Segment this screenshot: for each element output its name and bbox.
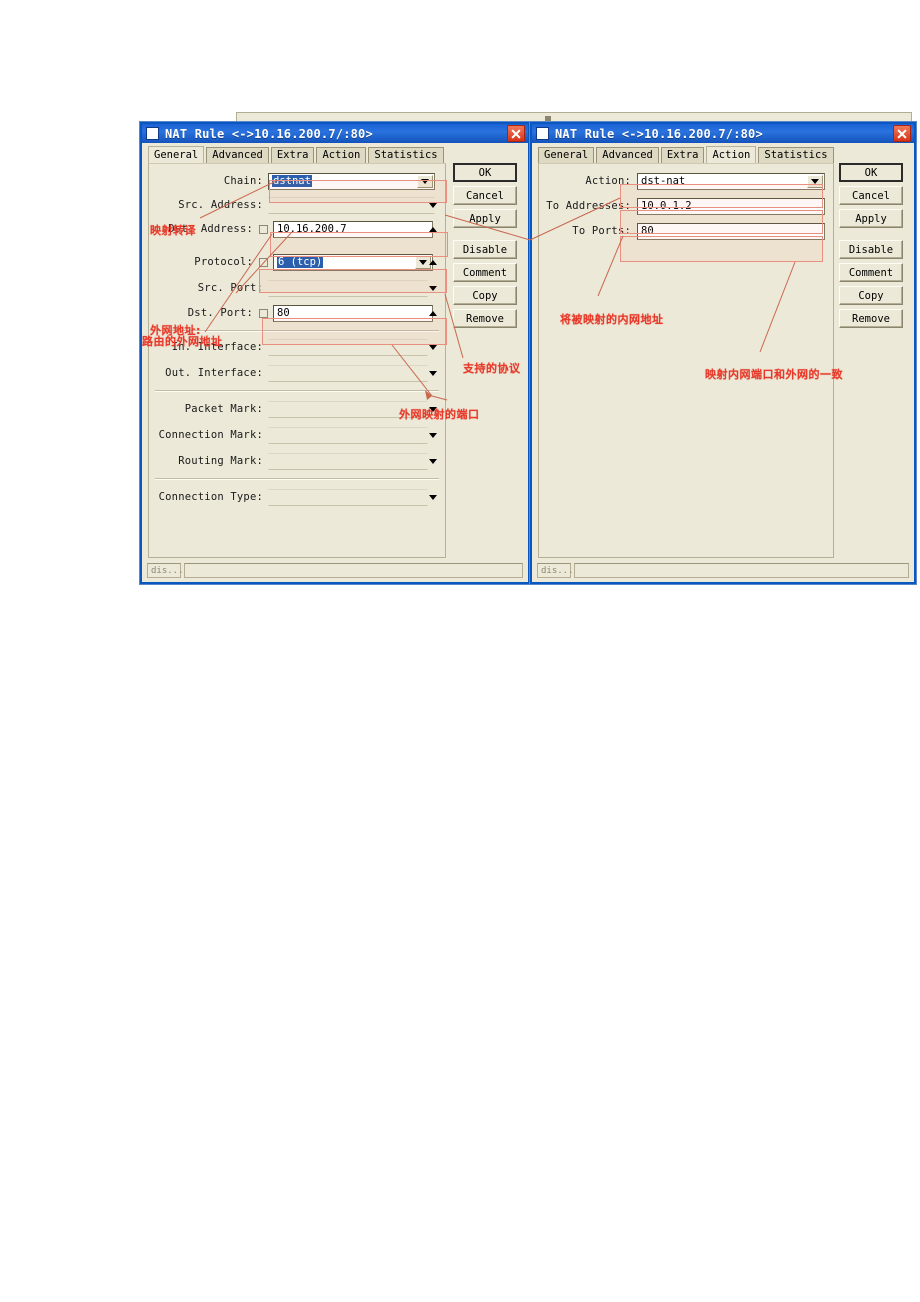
close-icon[interactable] [893,125,911,142]
status-flag: dis... [147,563,184,578]
window-title: NAT Rule <->10.16.200.7/:80> [165,126,373,141]
titlebar[interactable]: NAT Rule <->10.16.200.7/:80> [142,124,528,143]
protocol-checkbox[interactable] [259,257,268,267]
label-dst-port: Dst. Port: [187,307,253,319]
dst-address-checkbox[interactable] [259,224,268,234]
tab-action[interactable]: Action [706,146,757,163]
out-interface-input[interactable] [268,364,428,382]
tab-advanced[interactable]: Advanced [206,147,269,163]
remove-button[interactable]: Remove [839,309,903,328]
window-icon [536,127,549,140]
ok-button[interactable]: OK [453,163,517,182]
status-bar: dis... [537,563,909,578]
routing-mark-dropdown-icon[interactable] [427,457,439,465]
status-message [574,563,909,578]
field-row-connection-type: Connection Type: [149,488,445,506]
dialog-body: General Advanced Extra Action Statistics… [534,143,912,580]
label-connection-mark: Connection Mark: [158,429,263,441]
label-action: Action: [585,175,631,187]
ok-button[interactable]: OK [839,163,903,182]
status-message [184,563,523,578]
tab-statistics[interactable]: Statistics [368,147,444,163]
highlight-action [620,184,823,208]
field-row-routing-mark: Routing Mark: [149,452,445,470]
label-protocol: Protocol: [194,256,253,268]
page-canvas: NAT Rule <->10.16.200.7/:80> General Adv… [0,0,920,1302]
apply-button[interactable]: Apply [453,209,517,228]
close-icon[interactable] [507,125,525,142]
button-column: OK Cancel Apply Disable Comment Copy Rem… [453,163,517,332]
highlight-chain [269,180,447,203]
titlebar[interactable]: NAT Rule <->10.16.200.7/:80> [532,124,914,143]
dst-port-checkbox[interactable] [259,308,268,318]
label-out-interface: Out. Interface: [165,367,263,379]
label-src-port: Src. Port: [197,282,263,294]
label-routing-mark: Routing Mark: [178,455,263,467]
separator-2 [155,390,439,392]
tab-extra[interactable]: Extra [660,147,705,163]
annotation-port-match: 映射内网端口和外网的一致 [705,368,843,381]
label-src-address: Src. Address: [178,199,263,211]
background-window-fragment [236,112,912,122]
annotation-supported-protocol: 支持的协议 [463,362,521,375]
status-bar: dis... [147,563,523,578]
copy-button[interactable]: Copy [453,286,517,305]
tab-strip: General Advanced Extra Action Statistics [538,146,908,163]
cancel-button[interactable]: Cancel [453,186,517,205]
separator-3 [155,478,439,480]
status-flag: dis... [537,563,574,578]
label-packet-mark: Packet Mark: [184,403,263,415]
label-connection-type: Connection Type: [158,491,263,503]
disable-button[interactable]: Disable [839,240,903,259]
label-to-ports: To Ports: [572,225,631,237]
annotation-external-mapped-port: 外网映射的端口 [399,408,480,421]
connection-mark-input[interactable] [268,426,428,444]
copy-button[interactable]: Copy [839,286,903,305]
highlight-to-addresses [620,210,823,234]
tab-strip: General Advanced Extra Action Statistics [148,146,522,163]
out-interface-dropdown-icon[interactable] [427,369,439,377]
button-column: OK Cancel Apply Disable Comment Copy Rem… [839,163,903,332]
tab-general[interactable]: General [538,147,595,163]
field-row-out-interface: Out. Interface: [149,364,445,382]
highlight-protocol [259,269,447,293]
routing-mark-input[interactable] [268,452,428,470]
apply-button[interactable]: Apply [839,209,903,228]
window-title: NAT Rule <->10.16.200.7/:80> [555,126,763,141]
annotation-routed-external-address: 路由的外网地址 [142,335,223,348]
comment-button[interactable]: Comment [839,263,903,282]
label-to-addresses: To Addresses: [546,200,631,212]
window-icon [146,127,159,140]
tab-extra[interactable]: Extra [270,147,315,163]
disable-button[interactable]: Disable [453,240,517,259]
protocol-value: 6 (tcp) [277,256,324,268]
connection-type-input[interactable] [268,488,428,506]
tab-action[interactable]: Action [316,147,367,163]
annotation-mapping-translate: 映射转译 [150,224,196,237]
tab-advanced[interactable]: Advanced [596,147,659,163]
highlight-dst-port [262,318,447,345]
tab-general[interactable]: General [148,146,205,163]
highlight-dst-address [270,232,448,257]
remove-button[interactable]: Remove [453,309,517,328]
annotation-internal-address-to-map: 将被映射的内网地址 [560,313,664,326]
highlight-to-ports [620,236,823,262]
protocol-spinner-icon[interactable] [427,258,439,266]
field-row-connection-mark: Connection Mark: [149,426,445,444]
label-chain: Chain: [223,175,263,187]
cancel-button[interactable]: Cancel [839,186,903,205]
connection-type-dropdown-icon[interactable] [427,493,439,501]
comment-button[interactable]: Comment [453,263,517,282]
tab-statistics[interactable]: Statistics [758,147,834,163]
connection-mark-dropdown-icon[interactable] [427,431,439,439]
dst-port-spinner-icon[interactable] [427,309,439,317]
